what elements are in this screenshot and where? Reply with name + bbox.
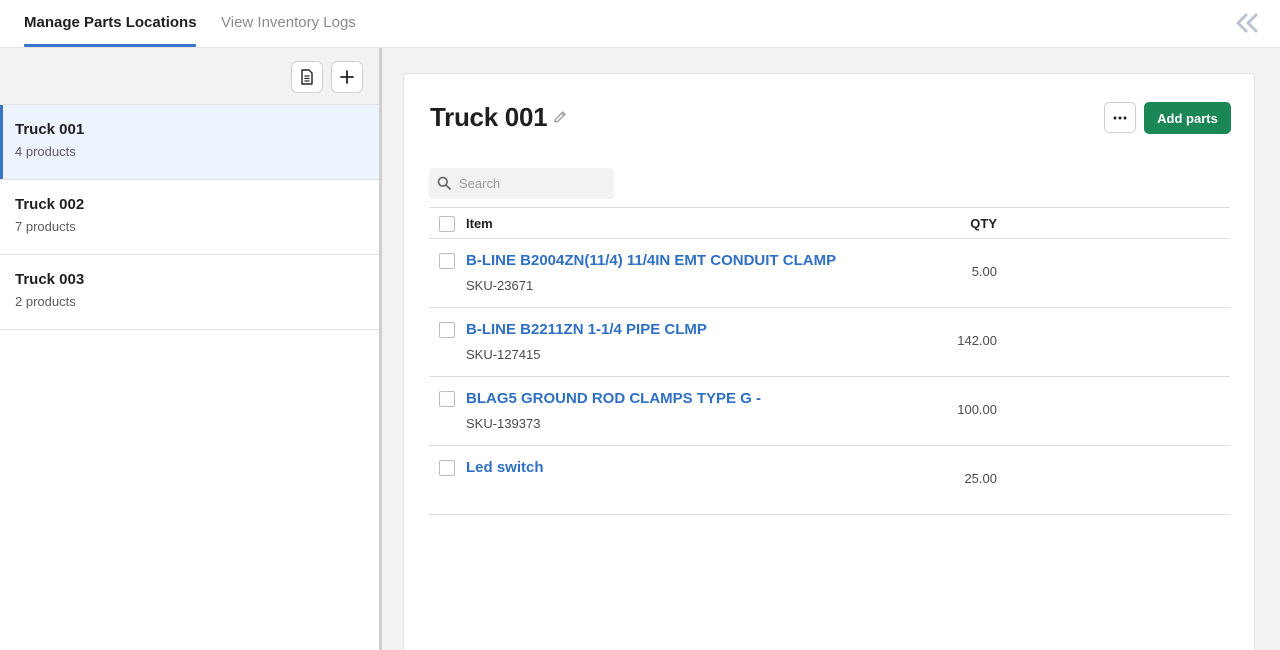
table-row: BLAG5 GROUND ROD CLAMPS TYPE G - SKU-139… [429,377,1230,446]
ellipsis-icon [1113,116,1127,119]
part-qty: 25.00 [964,471,997,486]
column-header-qty: QTY [970,216,997,231]
part-name-link[interactable]: B-LINE B2004ZN(11/4) 11/4IN EMT CONDUIT … [466,252,836,269]
row-checkbox[interactable] [439,460,455,476]
location-product-count: 4 products [15,144,76,159]
parts-table: Item QTY B-LINE B2004ZN(11/4) 11/4IN EMT… [429,207,1230,515]
table-row: Led switch 25.00 [429,446,1230,515]
sidebar-toolbar [0,48,379,105]
select-all-checkbox[interactable] [439,216,455,232]
export-report-button[interactable] [291,61,323,93]
part-name-link[interactable]: B-LINE B2211ZN 1-1/4 PIPE CLMP [466,321,707,338]
top-tab-bar: Manage Parts Locations View Inventory Lo… [0,0,1280,48]
locations-sidebar: Truck 001 4 products Truck 002 7 product… [0,48,379,650]
location-product-count: 7 products [15,219,76,234]
location-name: Truck 003 [15,271,85,288]
location-name: Truck 002 [15,196,85,213]
panel-splitter[interactable] [379,48,382,650]
location-item[interactable]: Truck 001 4 products [0,105,379,180]
part-sku: SKU-23671 [466,278,534,293]
tab-manage-parts-locations[interactable]: Manage Parts Locations [24,14,197,32]
part-qty: 100.00 [957,402,997,417]
location-item[interactable]: Truck 002 7 products [0,180,379,255]
part-sku: SKU-127415 [466,347,541,362]
part-sku: SKU-139373 [466,416,541,431]
location-name: Truck 001 [15,121,85,138]
pencil-icon[interactable] [552,109,568,125]
add-location-button[interactable] [331,61,363,93]
add-parts-button[interactable]: Add parts [1144,102,1231,134]
plus-icon [340,70,354,84]
document-icon [301,69,313,85]
search-field [429,168,614,199]
table-row: B-LINE B2004ZN(11/4) 11/4IN EMT CONDUIT … [429,239,1230,308]
table-header: Item QTY [429,207,1230,239]
part-name-link[interactable]: Led switch [466,459,544,476]
more-options-button[interactable] [1104,102,1136,133]
location-product-count: 2 products [15,294,76,309]
search-input[interactable] [459,168,609,199]
active-tab-indicator [24,44,196,47]
row-checkbox[interactable] [439,391,455,407]
collapse-panel-icon[interactable] [1233,12,1261,34]
part-qty: 5.00 [971,264,997,279]
tab-view-inventory-logs[interactable]: View Inventory Logs [221,14,356,32]
part-qty: 142.00 [957,333,997,348]
row-checkbox[interactable] [439,322,455,338]
part-name-link[interactable]: BLAG5 GROUND ROD CLAMPS TYPE G - [466,390,761,407]
search-icon [437,176,451,190]
column-header-item: Item [466,216,493,231]
location-list: Truck 001 4 products Truck 002 7 product… [0,105,379,330]
location-item[interactable]: Truck 003 2 products [0,255,379,330]
table-row: B-LINE B2211ZN 1-1/4 PIPE CLMP SKU-12741… [429,308,1230,377]
location-detail-panel: Truck 001 Add parts Item QTY B-LINE B200… [403,73,1255,650]
page-title: Truck 001 [430,102,548,132]
row-checkbox[interactable] [439,253,455,269]
